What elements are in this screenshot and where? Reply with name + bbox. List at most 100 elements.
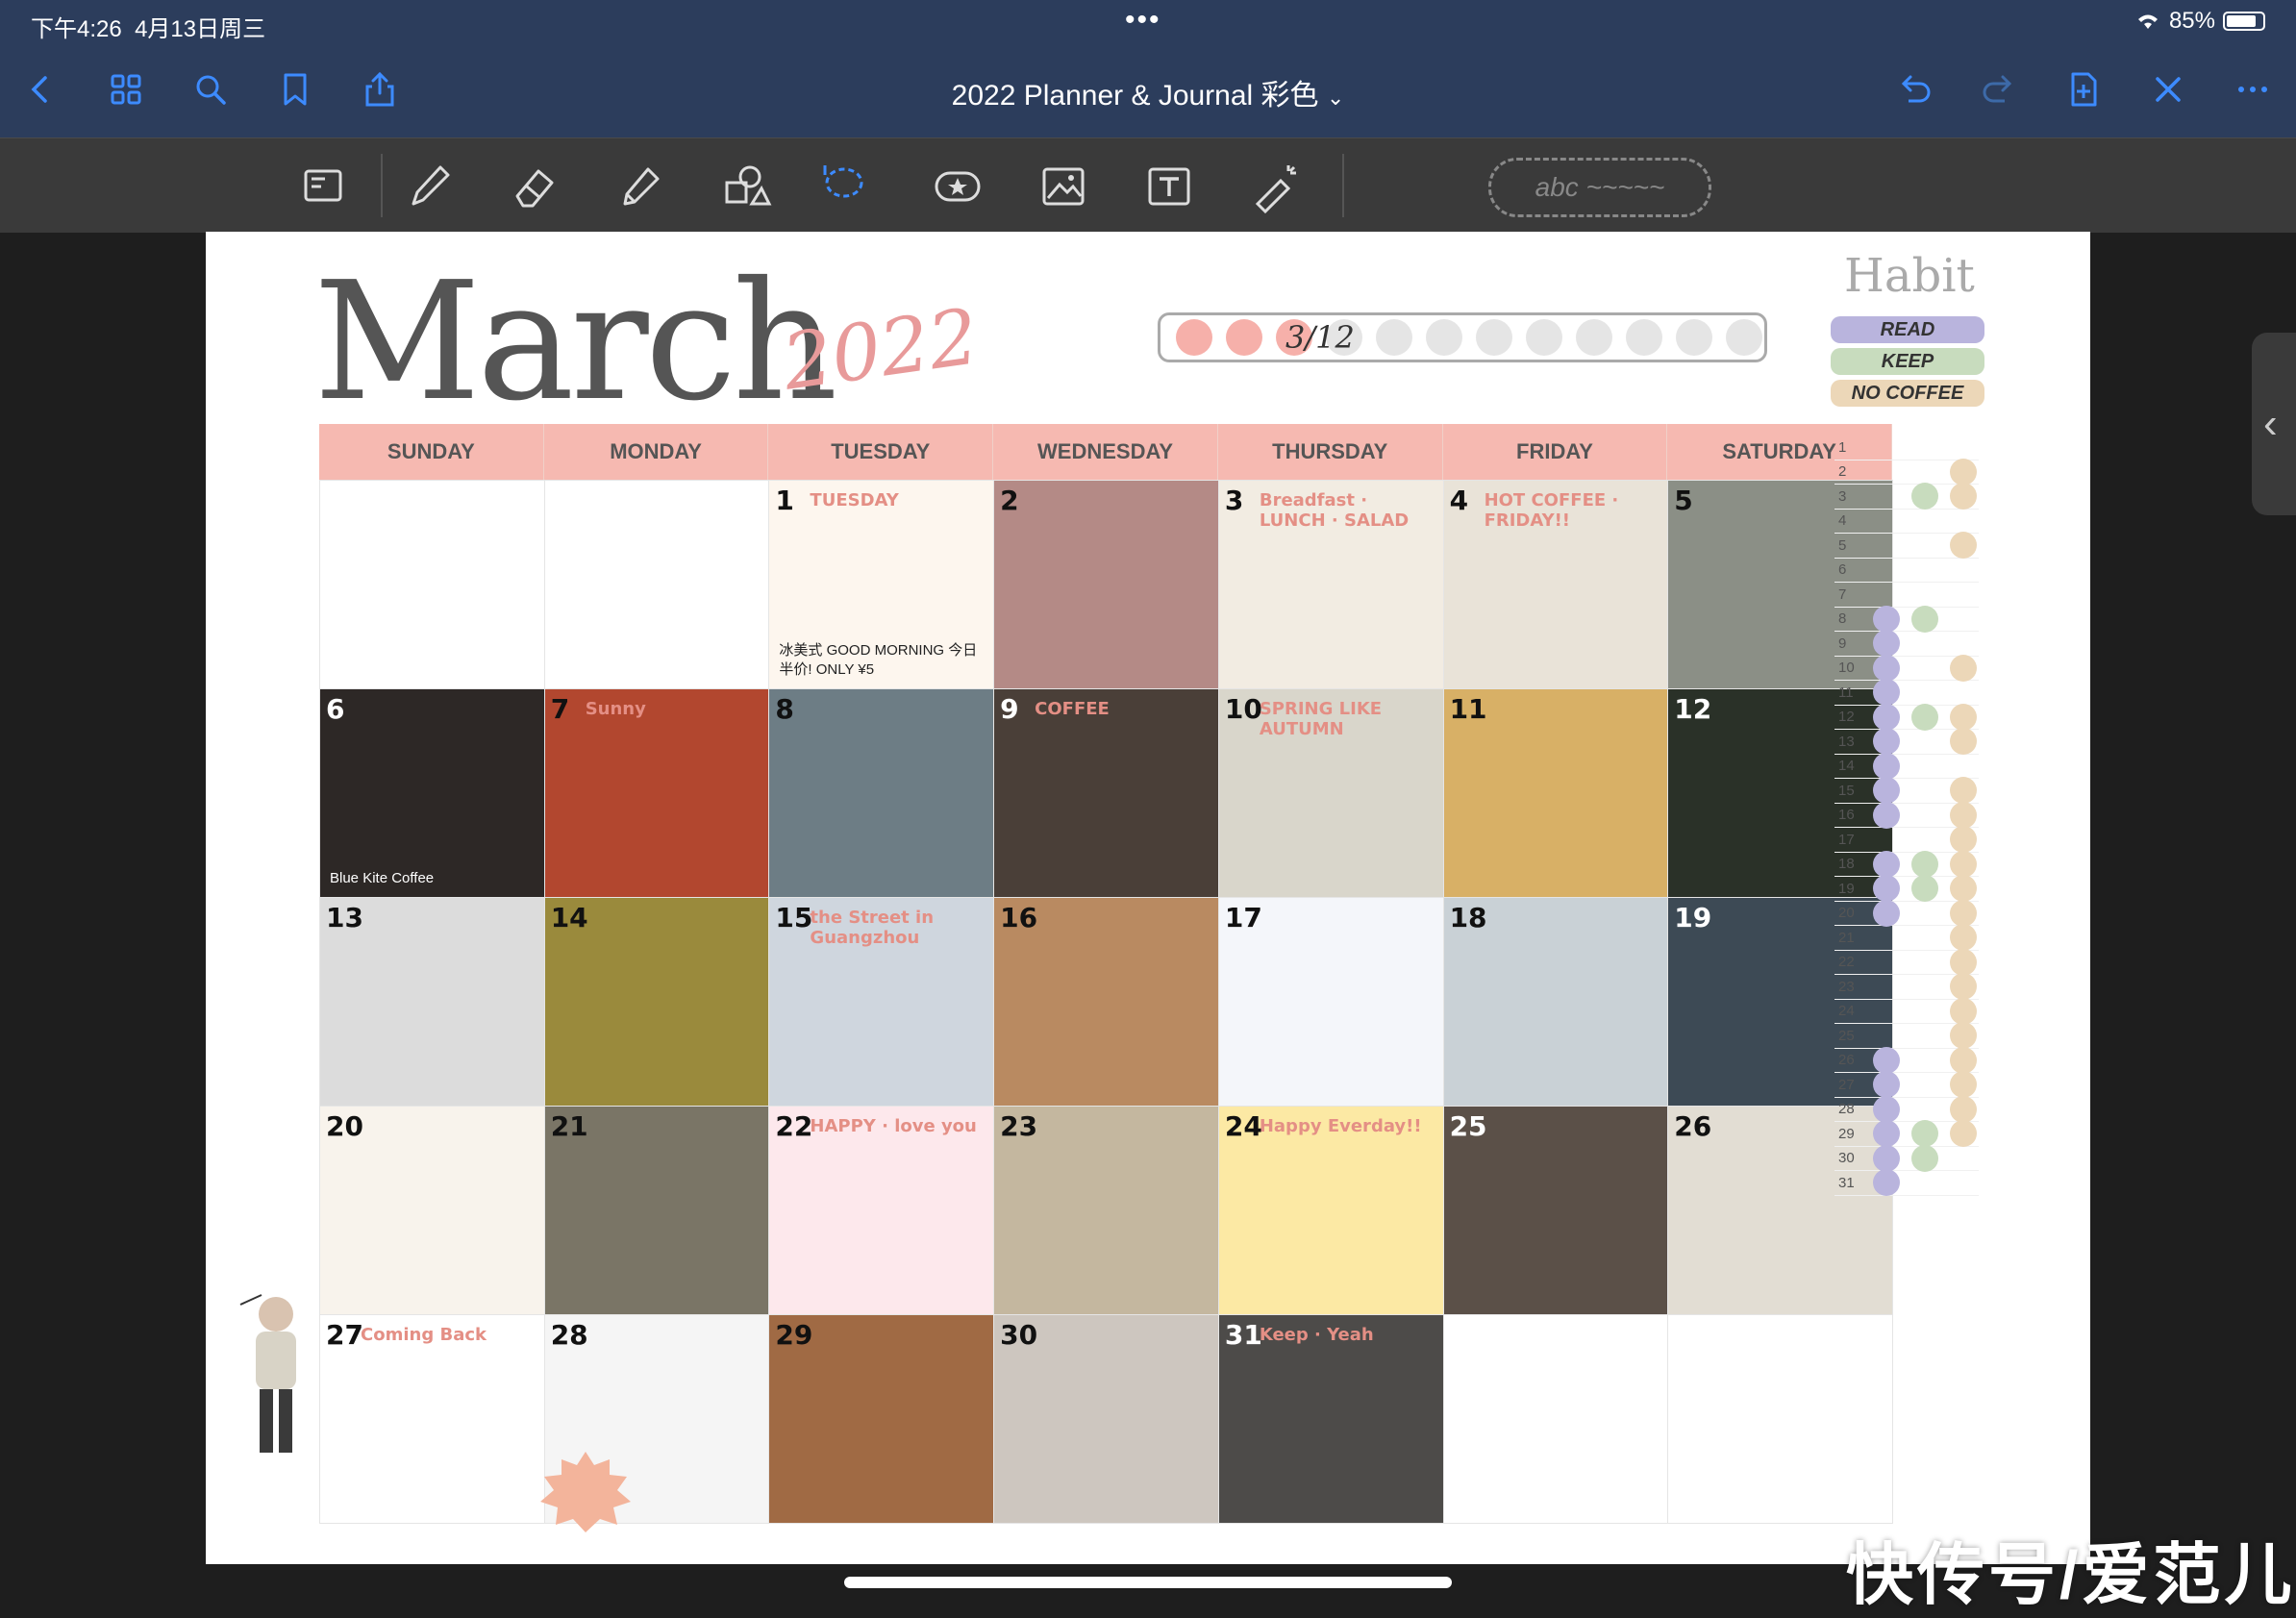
document-title[interactable]: 2022 Planner & Journal 彩色 ⌄ — [0, 71, 2296, 113]
undo-icon[interactable] — [1892, 67, 1936, 112]
habit-dot-nocoffee[interactable] — [1950, 1095, 1977, 1123]
habit-dot-nocoffee[interactable] — [1950, 948, 1977, 976]
habit-dot-nocoffee[interactable] — [1950, 1022, 1977, 1049]
day-cell[interactable]: 1 TUESDAY 冰美式 GOOD MORNING 今日半价! ONLY ¥5 — [769, 481, 995, 689]
day-cell[interactable]: 10 SPRING LIKE AUTUMN — [1218, 689, 1444, 898]
day-cell[interactable]: 11 — [1443, 689, 1669, 898]
day-cell[interactable]: 4 HOT COFFEE · FRIDAY!! — [1443, 481, 1669, 689]
habit-dot-nocoffee[interactable] — [1950, 875, 1977, 902]
pen-icon[interactable] — [400, 158, 458, 215]
day-cell[interactable]: 25 — [1443, 1107, 1669, 1315]
day-cell[interactable]: 8 — [769, 689, 995, 898]
day-cell[interactable]: 18 — [1443, 898, 1669, 1107]
day-cell[interactable]: 14 — [544, 898, 770, 1107]
close-icon[interactable] — [2146, 67, 2190, 112]
empty-cell[interactable] — [1443, 1315, 1669, 1524]
habit-dot-read[interactable] — [1873, 654, 1900, 682]
day-cell[interactable]: 3 Breadfast · LUNCH · SALAD — [1218, 481, 1444, 689]
habit-dot-read[interactable] — [1873, 899, 1900, 927]
habit-dot-read[interactable] — [1873, 875, 1900, 902]
day-cell[interactable]: 7 Sunny — [544, 689, 770, 898]
planner-page[interactable]: March 2022 3/12 SUNDAY MONDAY TUESDAY WEDNE… — [206, 232, 2090, 1564]
day-cell[interactable]: 22 HAPPY · love you — [769, 1107, 995, 1315]
habit-dot-read[interactable] — [1873, 1071, 1900, 1098]
lasso-icon[interactable] — [813, 158, 871, 215]
habit-dot-nocoffee[interactable] — [1950, 654, 1977, 682]
home-indicator[interactable] — [844, 1577, 1452, 1588]
habit-dot-nocoffee[interactable] — [1950, 899, 1977, 927]
habit-dot-read[interactable] — [1873, 1120, 1900, 1147]
habit-dot-keep[interactable] — [1911, 850, 1938, 878]
shapes-icon[interactable] — [717, 158, 775, 215]
habit-dot-nocoffee[interactable] — [1950, 997, 1977, 1025]
image-icon[interactable] — [1035, 158, 1092, 215]
day-cell[interactable]: 6 Blue Kite Coffee — [320, 689, 545, 898]
habit-dot-nocoffee[interactable] — [1950, 458, 1977, 485]
habit-dot-nocoffee[interactable] — [1950, 777, 1977, 804]
habit-dot-keep[interactable] — [1911, 483, 1938, 510]
multitask-dots[interactable]: ••• — [1125, 4, 1161, 37]
day-cell[interactable]: 9 COFFEE — [994, 689, 1219, 898]
habit-dot-read[interactable] — [1873, 752, 1900, 780]
habit-dot-read[interactable] — [1873, 630, 1900, 657]
habit-dot-read[interactable] — [1873, 850, 1900, 878]
highlighter-icon[interactable] — [611, 158, 669, 215]
habit-dot-nocoffee[interactable] — [1950, 924, 1977, 951]
habit-dot-read[interactable] — [1873, 728, 1900, 755]
habit-dot-nocoffee[interactable] — [1950, 826, 1977, 853]
day-cell[interactable]: 31 Keep · Yeah — [1218, 1315, 1444, 1524]
habit-dot-nocoffee[interactable] — [1950, 1071, 1977, 1098]
side-panel-handle[interactable]: ‹ — [2252, 333, 2296, 515]
habit-dot-read[interactable] — [1873, 1144, 1900, 1172]
day-cell[interactable]: 24 Happy Everday!! — [1218, 1107, 1444, 1315]
habit-dot-keep[interactable] — [1911, 875, 1938, 902]
day-cell[interactable]: 13 — [320, 898, 545, 1107]
day-cell[interactable]: 30 — [994, 1315, 1219, 1524]
day-cell[interactable]: 16 — [994, 898, 1219, 1107]
habit-dot-keep[interactable] — [1911, 605, 1938, 633]
day-cell[interactable]: 2 — [994, 481, 1219, 689]
habit-dot-nocoffee[interactable] — [1950, 973, 1977, 1000]
habit-dot-read[interactable] — [1873, 1095, 1900, 1123]
more-icon[interactable] — [2231, 67, 2275, 112]
habit-dot-nocoffee[interactable] — [1950, 703, 1977, 731]
day-cell[interactable]: 20 — [320, 1107, 545, 1315]
day-cell[interactable]: 15 the Street in Guangzhou — [769, 898, 995, 1107]
habit-dot-nocoffee[interactable] — [1950, 532, 1977, 559]
habit-dot-nocoffee[interactable] — [1950, 1046, 1977, 1074]
laser-icon[interactable] — [1246, 158, 1304, 215]
habit-dot-read[interactable] — [1873, 703, 1900, 731]
habit-dot-nocoffee[interactable] — [1950, 850, 1977, 878]
habit-dot-nocoffee[interactable] — [1950, 728, 1977, 755]
day-cell[interactable]: 21 — [544, 1107, 770, 1315]
add-page-icon[interactable] — [2061, 67, 2106, 112]
habit-dot-read[interactable] — [1873, 1046, 1900, 1074]
habit-dot-read[interactable] — [1873, 1169, 1900, 1196]
habit-dot-read[interactable] — [1873, 679, 1900, 706]
habit-dot-keep[interactable] — [1911, 1144, 1938, 1172]
habit-dot-read[interactable] — [1873, 777, 1900, 804]
day-cell[interactable]: 29 — [769, 1315, 995, 1524]
eraser-icon[interactable] — [506, 158, 563, 215]
scan-icon[interactable] — [294, 158, 352, 215]
day-cell[interactable]: 23 — [994, 1107, 1219, 1315]
habit-dot-keep[interactable] — [1911, 703, 1938, 731]
empty-cell[interactable] — [1668, 1315, 1893, 1524]
chevron-down-icon[interactable]: ⌄ — [1327, 86, 1344, 110]
habit-day: 24 — [1838, 1003, 1855, 1020]
habit-dot-nocoffee[interactable] — [1950, 801, 1977, 829]
redo-icon[interactable] — [1977, 67, 2021, 112]
habit-dot-nocoffee[interactable] — [1950, 1120, 1977, 1147]
pen-preview[interactable]: abc ~~~~~ — [1488, 158, 1711, 217]
habit-dot-keep[interactable] — [1911, 1120, 1938, 1147]
sticker-icon[interactable] — [929, 158, 986, 215]
chevron-left-icon[interactable]: ‹ — [2263, 400, 2278, 448]
habit-dot-nocoffee[interactable] — [1950, 483, 1977, 510]
habit-dot-read[interactable] — [1873, 605, 1900, 633]
day-cell[interactable]: 17 — [1218, 898, 1444, 1107]
day-cell[interactable]: 27 Coming Back — [320, 1315, 545, 1524]
text-icon[interactable] — [1140, 158, 1198, 215]
empty-cell[interactable] — [320, 481, 545, 689]
empty-cell[interactable] — [544, 481, 770, 689]
habit-dot-read[interactable] — [1873, 801, 1900, 829]
